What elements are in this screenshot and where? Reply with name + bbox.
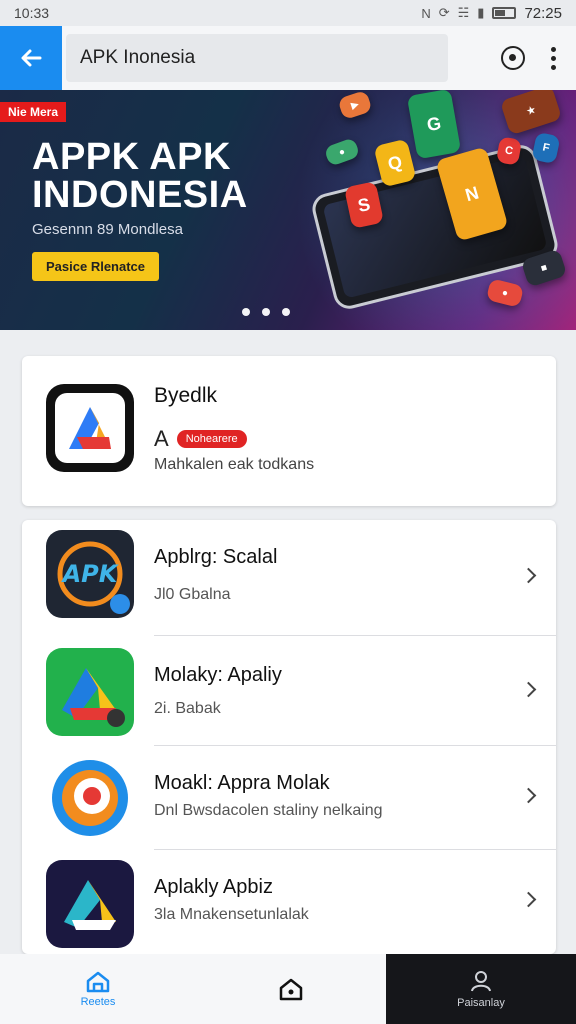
banner-subtitle: Gesennn 89 Mondlesa: [32, 221, 183, 238]
featured-app-description: Mahkalen eak todkans: [154, 456, 315, 473]
back-button[interactable]: [0, 26, 62, 90]
notification-icon: N: [421, 5, 431, 21]
battery-icon: [492, 7, 517, 19]
list-item-title: Moakl: Appra Molak: [154, 772, 330, 794]
status-time-left: 10:33: [14, 5, 50, 21]
signal-icon: ▮: [477, 5, 485, 20]
nav-home-label: Reetes: [80, 996, 116, 1008]
featured-app-tag: Nohearere: [176, 430, 247, 448]
sync-icon: ⟳: [438, 5, 450, 20]
banner-page-indicator[interactable]: [242, 308, 290, 316]
featured-app-name: Byedlk: [154, 384, 218, 407]
app-list: APK Apblrg: Scalal Jl0 Gbalna Molaky: Ap…: [22, 520, 556, 954]
list-item-title: Molaky: Apaliy: [154, 664, 282, 686]
nav-profile-label: Paisanlay: [457, 997, 505, 1009]
list-item-subtitle: 3la Mnakensetunlalak: [154, 906, 309, 923]
bottom-navigation: Reetes Paisanlay: [0, 954, 576, 1024]
list-item-title: Apblrg: Scalal: [154, 546, 278, 568]
nav-store[interactable]: [196, 954, 386, 1024]
list-item-subtitle: Dnl Bwsdacolen staliny nelkaing: [154, 802, 383, 819]
camera-app-icon: [46, 754, 134, 842]
featured-app-letter: A: [154, 426, 169, 451]
svg-text:APK: APK: [61, 560, 120, 588]
wifi-icon: ☵: [457, 5, 470, 20]
target-icon[interactable]: [501, 46, 525, 70]
chevron-right-icon: [520, 787, 537, 804]
nav-profile[interactable]: Paisanlay: [386, 954, 576, 1024]
drive-app-icon: [46, 648, 134, 736]
list-item[interactable]: Moakl: Appra Molak Dnl Bwsdacolen stalin…: [22, 746, 556, 850]
featured-app-card[interactable]: Byedlk A Nohearere Mahkalen eak todkans: [22, 356, 556, 506]
arrow-left-icon: [21, 49, 42, 67]
banner-badge: Nie Mera: [0, 102, 67, 122]
featured-app-icon: [46, 384, 134, 472]
search-input[interactable]: APK Inonesia: [66, 34, 448, 82]
status-bar: 10:33 N ⟳ ☵ ▮ 72:25: [0, 0, 576, 26]
apk-app-icon: APK: [46, 530, 134, 618]
chevron-right-icon: [520, 681, 537, 698]
chevron-right-icon: [520, 891, 537, 908]
list-item-title: Aplakly Apbiz: [154, 876, 273, 898]
more-options-icon[interactable]: [551, 46, 556, 70]
status-icons: N ⟳ ☵ ▮ 72:25: [421, 5, 562, 22]
status-time-right: 72:25: [524, 4, 562, 22]
nav-home[interactable]: Reetes: [0, 954, 196, 1024]
search-input-value: APK Inonesia: [80, 47, 196, 68]
banner-cta-button[interactable]: Pasice Rlenatce: [32, 252, 160, 281]
list-item-subtitle: 2i. Babak: [154, 700, 221, 717]
list-item[interactable]: Aplakly Apbiz 3la Mnakensetunlalak: [22, 850, 556, 954]
app-bar: APK Inonesia: [0, 26, 576, 90]
list-item[interactable]: Molaky: Apaliy 2i. Babak: [22, 636, 556, 746]
triangle-app-icon: [46, 860, 134, 948]
promo-banner[interactable]: Nie Mera APPK APK INDONESIA Gesennn 89 M…: [0, 90, 576, 330]
bag-icon: [279, 978, 303, 1001]
banner-title: APPK APK INDONESIA: [32, 136, 248, 216]
list-item-subtitle: Jl0 Gbalna: [154, 586, 231, 603]
chevron-right-icon: [520, 567, 537, 584]
list-item[interactable]: APK Apblrg: Scalal Jl0 Gbalna: [22, 520, 556, 636]
home-icon: [86, 971, 110, 993]
person-icon: [471, 971, 491, 992]
